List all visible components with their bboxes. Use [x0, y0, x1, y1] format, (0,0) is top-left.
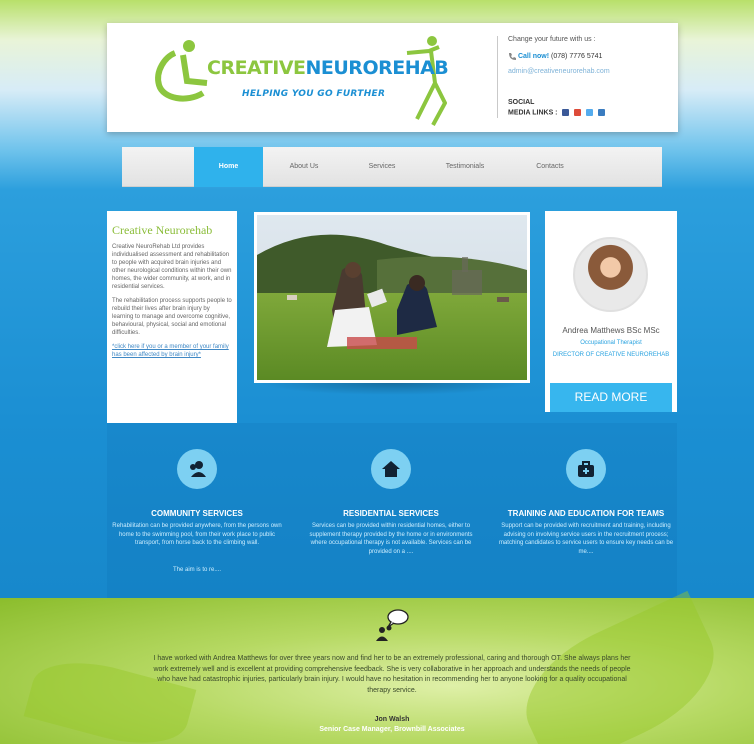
- call-now-label: Call now!: [517, 52, 550, 60]
- logo-figure-icon: [155, 36, 447, 126]
- medkit-icon: [566, 449, 606, 489]
- facebook-icon[interactable]: [562, 109, 570, 116]
- social-links: MEDIA LINKS :: [508, 109, 606, 117]
- contact-heading: Change your future with us :: [508, 36, 596, 43]
- service-training[interactable]: TRAINING AND EDUCATION FOR TEAMS Support…: [498, 449, 674, 589]
- hero-photo-image: [257, 215, 527, 380]
- email-link[interactable]: admin@creativeneurorehab.com: [508, 68, 610, 75]
- service-more[interactable]: The aim is to re....: [109, 567, 285, 573]
- read-more-button[interactable]: READ MORE: [550, 383, 672, 412]
- avatar: [573, 237, 648, 312]
- site-logo[interactable]: CREATIVENEUROREHAB HELPING YOU GO FURTHE…: [147, 33, 449, 129]
- service-community[interactable]: COMMUNITY SERVICES Rehabilitation can be…: [109, 449, 285, 589]
- service-residential[interactable]: RESIDENTIAL SERVICES Services can be pro…: [303, 449, 479, 589]
- social-label-2: MEDIA LINKS :: [508, 109, 558, 117]
- service-title: TRAINING AND EDUCATION FOR TEAMS: [507, 509, 665, 518]
- service-body: Rehabilitation can be provided anywhere,…: [112, 523, 282, 546]
- logo-tagline: HELPING YOU GO FURTHER: [242, 89, 386, 99]
- profile-title: DIRECTOR OF CREATIVE NEUROREHAB: [552, 352, 670, 358]
- hero-photo: [254, 212, 530, 383]
- photo-shadow: [258, 383, 526, 395]
- profile-name: Andrea Matthews BSc MSc: [562, 326, 660, 335]
- social-label-1: SOCIAL: [508, 99, 535, 106]
- testimonial-quote: I have worked with Andrea Matthews for o…: [153, 655, 631, 694]
- intro-title: Creative Neurorehab: [112, 223, 213, 237]
- users-icon: [177, 449, 217, 489]
- service-title: COMMUNITY SERVICES: [151, 509, 243, 518]
- googleplus-icon[interactable]: [574, 109, 582, 116]
- intro-paragraph-1: Creative NeuroRehab Ltd provides individ…: [112, 244, 232, 290]
- main-nav: Home About Us Services Testimonials Cont…: [122, 147, 662, 187]
- intro-panel: Creative Neurorehab Creative NeuroRehab …: [107, 211, 237, 423]
- home-icon: [371, 449, 411, 489]
- phone-icon: [509, 53, 516, 60]
- nav-services[interactable]: Services: [352, 147, 412, 187]
- logo-wordmark: CREATIVENEUROREHAB: [207, 57, 449, 79]
- phone-number[interactable]: (078) 7776 5741: [551, 53, 602, 60]
- nav-contacts[interactable]: Contacts: [520, 147, 580, 187]
- intro-paragraph-2: The rehabilitation process supports peop…: [112, 298, 232, 336]
- linkedin-icon[interactable]: [598, 109, 606, 116]
- service-body: Support can be provided with recruitment…: [498, 523, 674, 555]
- profile-role: Occupational Therapist: [580, 340, 642, 346]
- service-title: RESIDENTIAL SERVICES: [343, 509, 439, 518]
- service-body: Services can be provided within resident…: [309, 523, 473, 555]
- contact-block: Change your future with us : Call now! (…: [497, 36, 672, 118]
- nav-home[interactable]: Home: [194, 147, 263, 187]
- profile-panel: Andrea Matthews BSc MSc Occupational The…: [545, 211, 677, 412]
- phone-line: Call now! (078) 7776 5741: [508, 52, 602, 60]
- testimonial-role: Senior Case Manager, Brownbill Associate…: [319, 726, 465, 733]
- speech-bubble-icon: [376, 609, 409, 641]
- header-card: CREATIVENEUROREHAB HELPING YOU GO FURTHE…: [107, 23, 678, 132]
- nav-about-us[interactable]: About Us: [272, 147, 336, 187]
- twitter-icon[interactable]: [586, 109, 594, 116]
- testimonial-author: Jon Walsh: [374, 716, 410, 723]
- brain-injury-link[interactable]: *click here if you or a member of your f…: [112, 343, 232, 359]
- nav-testimonials[interactable]: Testimonials: [430, 147, 500, 187]
